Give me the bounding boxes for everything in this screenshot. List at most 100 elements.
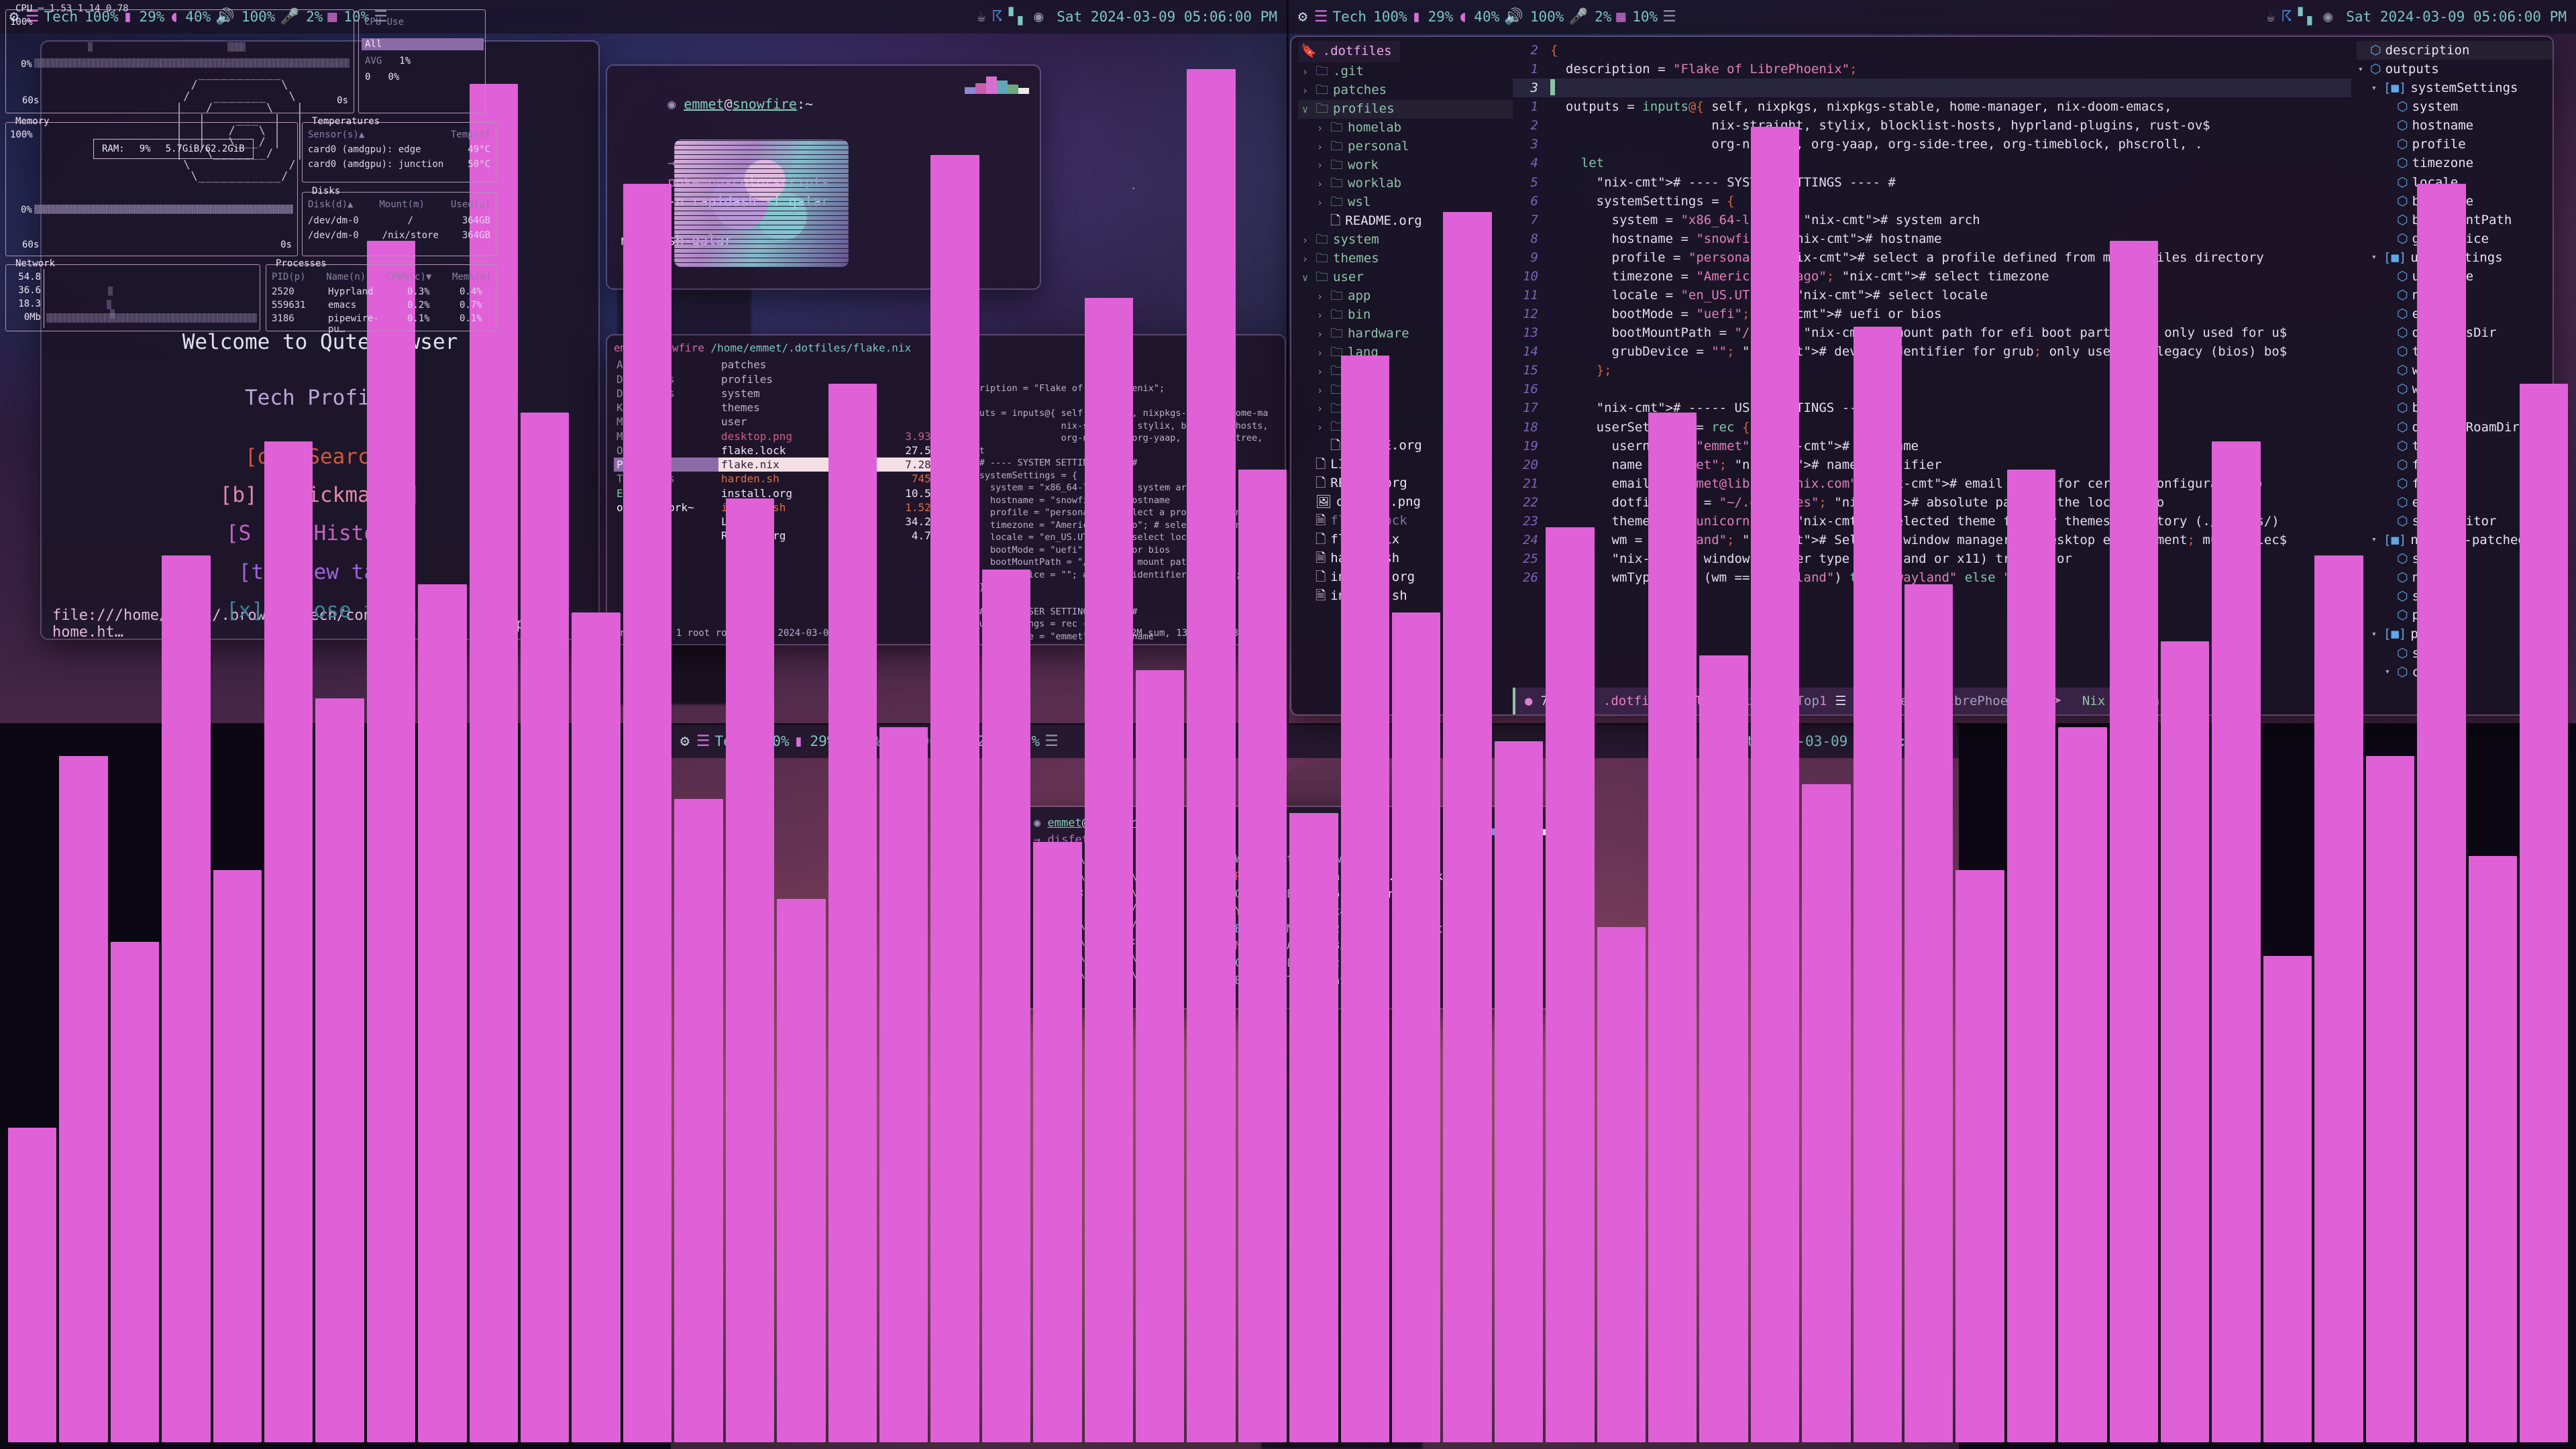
disk-mount: /nix/store [382,230,439,241]
cava-bar [110,941,160,1442]
cava-bar [1187,69,1236,1442]
cpu-row-all[interactable]: All [362,38,484,50]
temp-value: 49°C [468,144,490,155]
cava-bar [623,183,672,1442]
proc-row[interactable]: 3186 pipewire-pu… 0.1% 0.1% [272,313,492,335]
mem-y-bot: 0% [21,205,32,215]
proc-cpu: 0.2% [407,300,430,311]
proc-header: PID(p) Name(n) CPU%(c)▼ Mem%(m) [272,272,492,282]
cpu-graph-spike-b: ▒▒▒▒ [227,42,246,52]
cava-bar [981,570,1031,1442]
cava-bar [572,612,621,1442]
ram-usage: 5.7GiB/62.2GiB [165,144,245,154]
cava-bar [2263,956,2312,1442]
cava-bar [1648,412,1697,1442]
btop-network-title: Network [15,258,56,269]
cpu-load-avg: 1.53 1.14 0.78 [49,3,129,14]
temp-sensor: card0 (amdgpu): edge [308,144,421,155]
proc-cpu: 0.1% [407,313,430,324]
btop-processes-title: Processes [276,258,327,269]
cava-bar [2365,755,2415,1442]
cava-bar [1955,870,2004,1442]
cava-bar [879,727,928,1442]
cava-bar [1135,669,1185,1442]
cava-bar [521,412,570,1442]
btop-temperatures-title: Temperatures [312,116,380,127]
cava-bar [1802,784,1851,1442]
temp-row: card0 (amdgpu): edge 49°C [308,144,490,155]
cava-bar [162,555,211,1442]
disks-col-disk[interactable]: Disk(d)▲ [308,199,353,210]
temp-value: 50°C [468,159,490,170]
temp-col-sensor[interactable]: Sensor(s)▲ [308,129,364,140]
cava-bar [2212,441,2261,1442]
net-tick: 36.6 [18,285,41,296]
proc-col-name[interactable]: Name(n) [326,272,366,282]
proc-pid: 2520 [272,286,294,297]
mem-x-right: 0s [280,239,292,250]
cava-bar [2314,555,2363,1442]
net-graph: ▒▒▒▒▒▒▒▒▒▒▒▒▒▒▒▒▒▒▒▒▒▒▒▒▒▒▒▒▒▒▒▒▒▒▒▒▒▒▒▒… [46,313,257,323]
cava-bar [315,698,364,1442]
btop-memory-title: Memory [15,116,50,127]
ram-pct: 9% [139,144,151,154]
cava-bar [264,441,313,1442]
proc-row[interactable]: 559631 emacs 0.2% 0.7% [272,300,492,311]
disk-used: 364GB [462,230,490,241]
cava-bar [1853,327,1902,1442]
proc-row[interactable]: 2520 Hyprland 0.3% 0.4% [272,286,492,297]
cpu-row-avg[interactable]: AVG 1% [365,56,411,66]
net-tick: 0Mb [23,312,41,323]
proc-col-pid[interactable]: PID(p) [272,272,306,282]
btop-temperatures-box[interactable]: Temperatures Sensor(s)▲ Temp(t) card0 (a… [302,116,496,182]
proc-mem: 0.7% [460,300,482,311]
cava-bar [1084,298,1133,1442]
proc-cpu: 0.3% [407,286,430,297]
cava-bar [1699,655,1748,1442]
proc-name: Hyprland [328,286,374,297]
net-spike-b: ▒ [107,300,111,309]
btop-memory-box[interactable]: Memory 100% 0% RAM: 9% 5.7GiB/62.2GiB ▓▓… [5,116,298,256]
cava-bar [828,384,877,1442]
proc-pid: 559631 [272,300,306,311]
disks-col-used[interactable]: Used(u) [451,199,490,210]
disks-col-mount[interactable]: Mount(m) [379,199,424,210]
proc-col-cpu[interactable]: CPU%(c)▼ [386,272,431,282]
temp-col-temp[interactable]: Temp(t) [451,129,490,140]
desktop-root: ⚙ ☰ Tech 100% ▮ 29% ◖ 40% 🔊 100% 🎤 2% ▦ … [0,0,2576,1449]
btop-cpu-box[interactable]: CPU ─ 1.53 1.14 0.78 100% 0% ▒▒▒▒▒▒▒▒▒▒▒… [5,3,354,113]
net-tick: 18.3 [18,299,41,309]
cava-bar [777,898,826,1442]
temp-sensor: card0 (amdgpu): junction [308,159,444,170]
disk-name: /dev/dm-0 [308,215,359,226]
cava-bar [930,155,979,1442]
net-spike-a: ▒ [108,286,113,296]
disks-row: /dev/dm-0 / 364GB [308,215,490,226]
cava-bar [1238,470,1287,1442]
cava-bar [2109,241,2159,1442]
cava-bar [1597,927,1646,1442]
cpu-graph: ▒▒▒▒▒▒▒▒▒▒▒▒▒▒▒▒▒▒▒▒▒▒▒▒▒▒▒▒▒▒▒▒▒▒▒▒▒▒▒▒… [34,58,350,68]
cava-bar [418,584,467,1442]
cava-bar [2006,470,2056,1442]
disk-used: 364GB [462,215,490,226]
cava-bar [1443,212,1492,1442]
btop-cpu-list-box[interactable]: CPU Use All AVG 1% 0 0% [358,9,486,113]
cpu-row-core0[interactable]: 0 0% [365,72,399,83]
btop-disks-box[interactable]: Disks Disk(d)▲ Mount(m) Used(u) /dev/dm-… [302,186,496,256]
cpu-title-label: CPU [15,3,33,14]
cpu-y-bot: 0% [21,59,32,70]
cpu-x-right: 0s [337,95,348,106]
btop-cpu-title: CPU ─ 1.53 1.14 0.78 [15,3,129,14]
proc-name: emacs [328,300,357,311]
mem-graph: ▓▓▓▓▓▓▓▓▓▓▓▓▓▓▓▓▓▓▓▓▓▓▓▓▓▓▓▓▓▓▓▓▓▓▓▓▓▓▓▓… [34,205,293,214]
cava-bar [1904,584,1953,1442]
btop-processes-box[interactable]: Processes PID(p) Name(n) CPU%(c)▼ Mem%(m… [266,258,496,335]
cava-bar [8,1127,57,1442]
cava-bar [674,798,723,1442]
proc-col-mem[interactable]: Mem%(m) [452,272,492,282]
cava-bar [1494,741,1544,1442]
btop-network-box[interactable]: Network 54.8 36.6 18.3 0Mb ▒▒▒▒▒▒▒▒▒▒▒▒▒… [5,258,260,331]
cpu-panel-header: CPU Use [364,17,405,28]
cava-bar [1340,355,1389,1442]
